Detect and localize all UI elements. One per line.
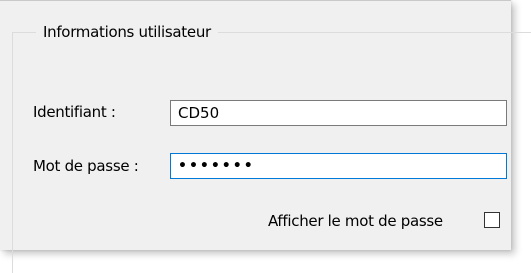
show-password-label[interactable]: Afficher le mot de passe xyxy=(268,211,443,231)
groupbox-title: Informations utilisateur xyxy=(36,21,218,43)
username-label: Identifiant : xyxy=(33,103,116,121)
show-password-checkbox[interactable] xyxy=(484,212,500,228)
password-label: Mot de passe : xyxy=(33,157,139,175)
password-field[interactable]: ••••••• xyxy=(170,153,507,179)
username-field[interactable]: CD50 xyxy=(170,100,507,126)
user-info-panel: Informations utilisateur Identifiant : C… xyxy=(0,0,531,273)
